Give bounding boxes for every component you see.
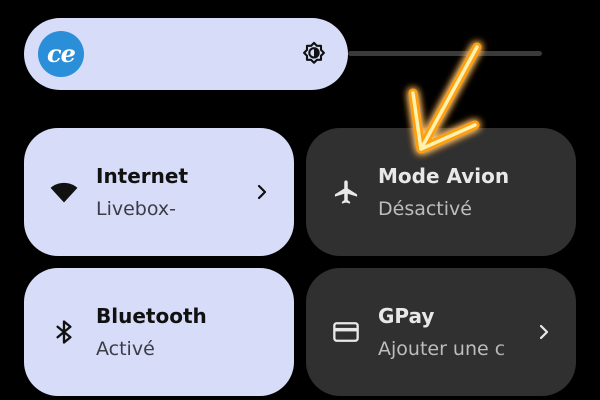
tile-subtitle: Ajouter une c bbox=[378, 338, 506, 360]
tile-gpay[interactable]: GPay Ajouter une c bbox=[306, 268, 576, 396]
auto-brightness-icon bbox=[303, 41, 325, 64]
tile-title: Mode Avion bbox=[378, 164, 510, 188]
chevron-right-icon[interactable] bbox=[536, 322, 552, 342]
tile-title: GPay bbox=[378, 304, 435, 328]
tile-bluetooth[interactable]: Bluetooth Activé bbox=[24, 268, 294, 396]
wifi-icon bbox=[50, 182, 78, 203]
text-fade bbox=[496, 334, 536, 368]
bluetooth-icon bbox=[56, 320, 72, 344]
ce-logo: ce bbox=[38, 31, 84, 77]
tile-subtitle: Livebox- bbox=[96, 198, 176, 220]
tile-internet[interactable]: Internet Livebox- bbox=[24, 128, 294, 256]
annotation-arrow-icon bbox=[408, 42, 482, 154]
tile-subtitle: Activé bbox=[96, 338, 155, 360]
chevron-right-icon[interactable] bbox=[254, 182, 270, 202]
tile-title: Bluetooth bbox=[96, 304, 207, 328]
airplane-icon bbox=[334, 180, 358, 204]
tile-title: Internet bbox=[96, 164, 189, 188]
credit-card-icon bbox=[333, 322, 359, 342]
tile-subtitle: Désactivé bbox=[378, 198, 472, 220]
brightness-slider[interactable]: ce bbox=[24, 18, 348, 90]
